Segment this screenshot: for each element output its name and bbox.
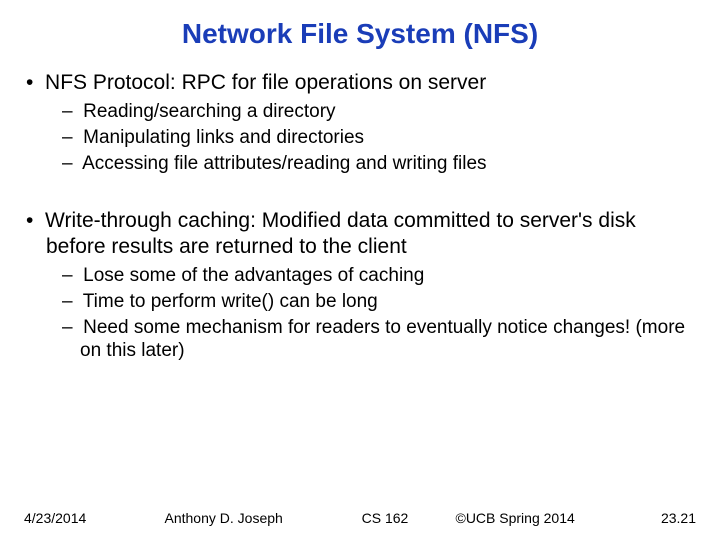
footer-copyright: ©UCB Spring 2014 — [456, 510, 606, 526]
bullet-level1: Write-through caching: Modified data com… — [26, 208, 700, 261]
footer-page: 23.21 — [636, 510, 696, 526]
slide: Network File System (NFS) NFS Protocol: … — [0, 0, 720, 540]
footer-author: Anthony D. Joseph — [165, 510, 315, 526]
bullet-level2: Need some mechanism for readers to event… — [62, 316, 700, 364]
slide-body: NFS Protocol: RPC for file operations on… — [0, 70, 720, 363]
bullet-level2: Reading/searching a directory — [62, 100, 700, 124]
footer-date: 4/23/2014 — [24, 510, 134, 526]
bullet-level2: Lose some of the advantages of caching — [62, 264, 700, 288]
spacer — [26, 178, 700, 198]
bullet-level2: Time to perform write() can be long — [62, 290, 700, 314]
bullet-level2: Manipulating links and directories — [62, 126, 700, 150]
bullet-level2: Accessing file attributes/reading and wr… — [62, 152, 700, 176]
bullet-level1: NFS Protocol: RPC for file operations on… — [26, 70, 700, 96]
slide-title: Network File System (NFS) — [0, 0, 720, 60]
slide-footer: 4/23/2014 Anthony D. Joseph CS 162 ©UCB … — [24, 510, 696, 526]
footer-course: CS 162 — [345, 510, 425, 526]
